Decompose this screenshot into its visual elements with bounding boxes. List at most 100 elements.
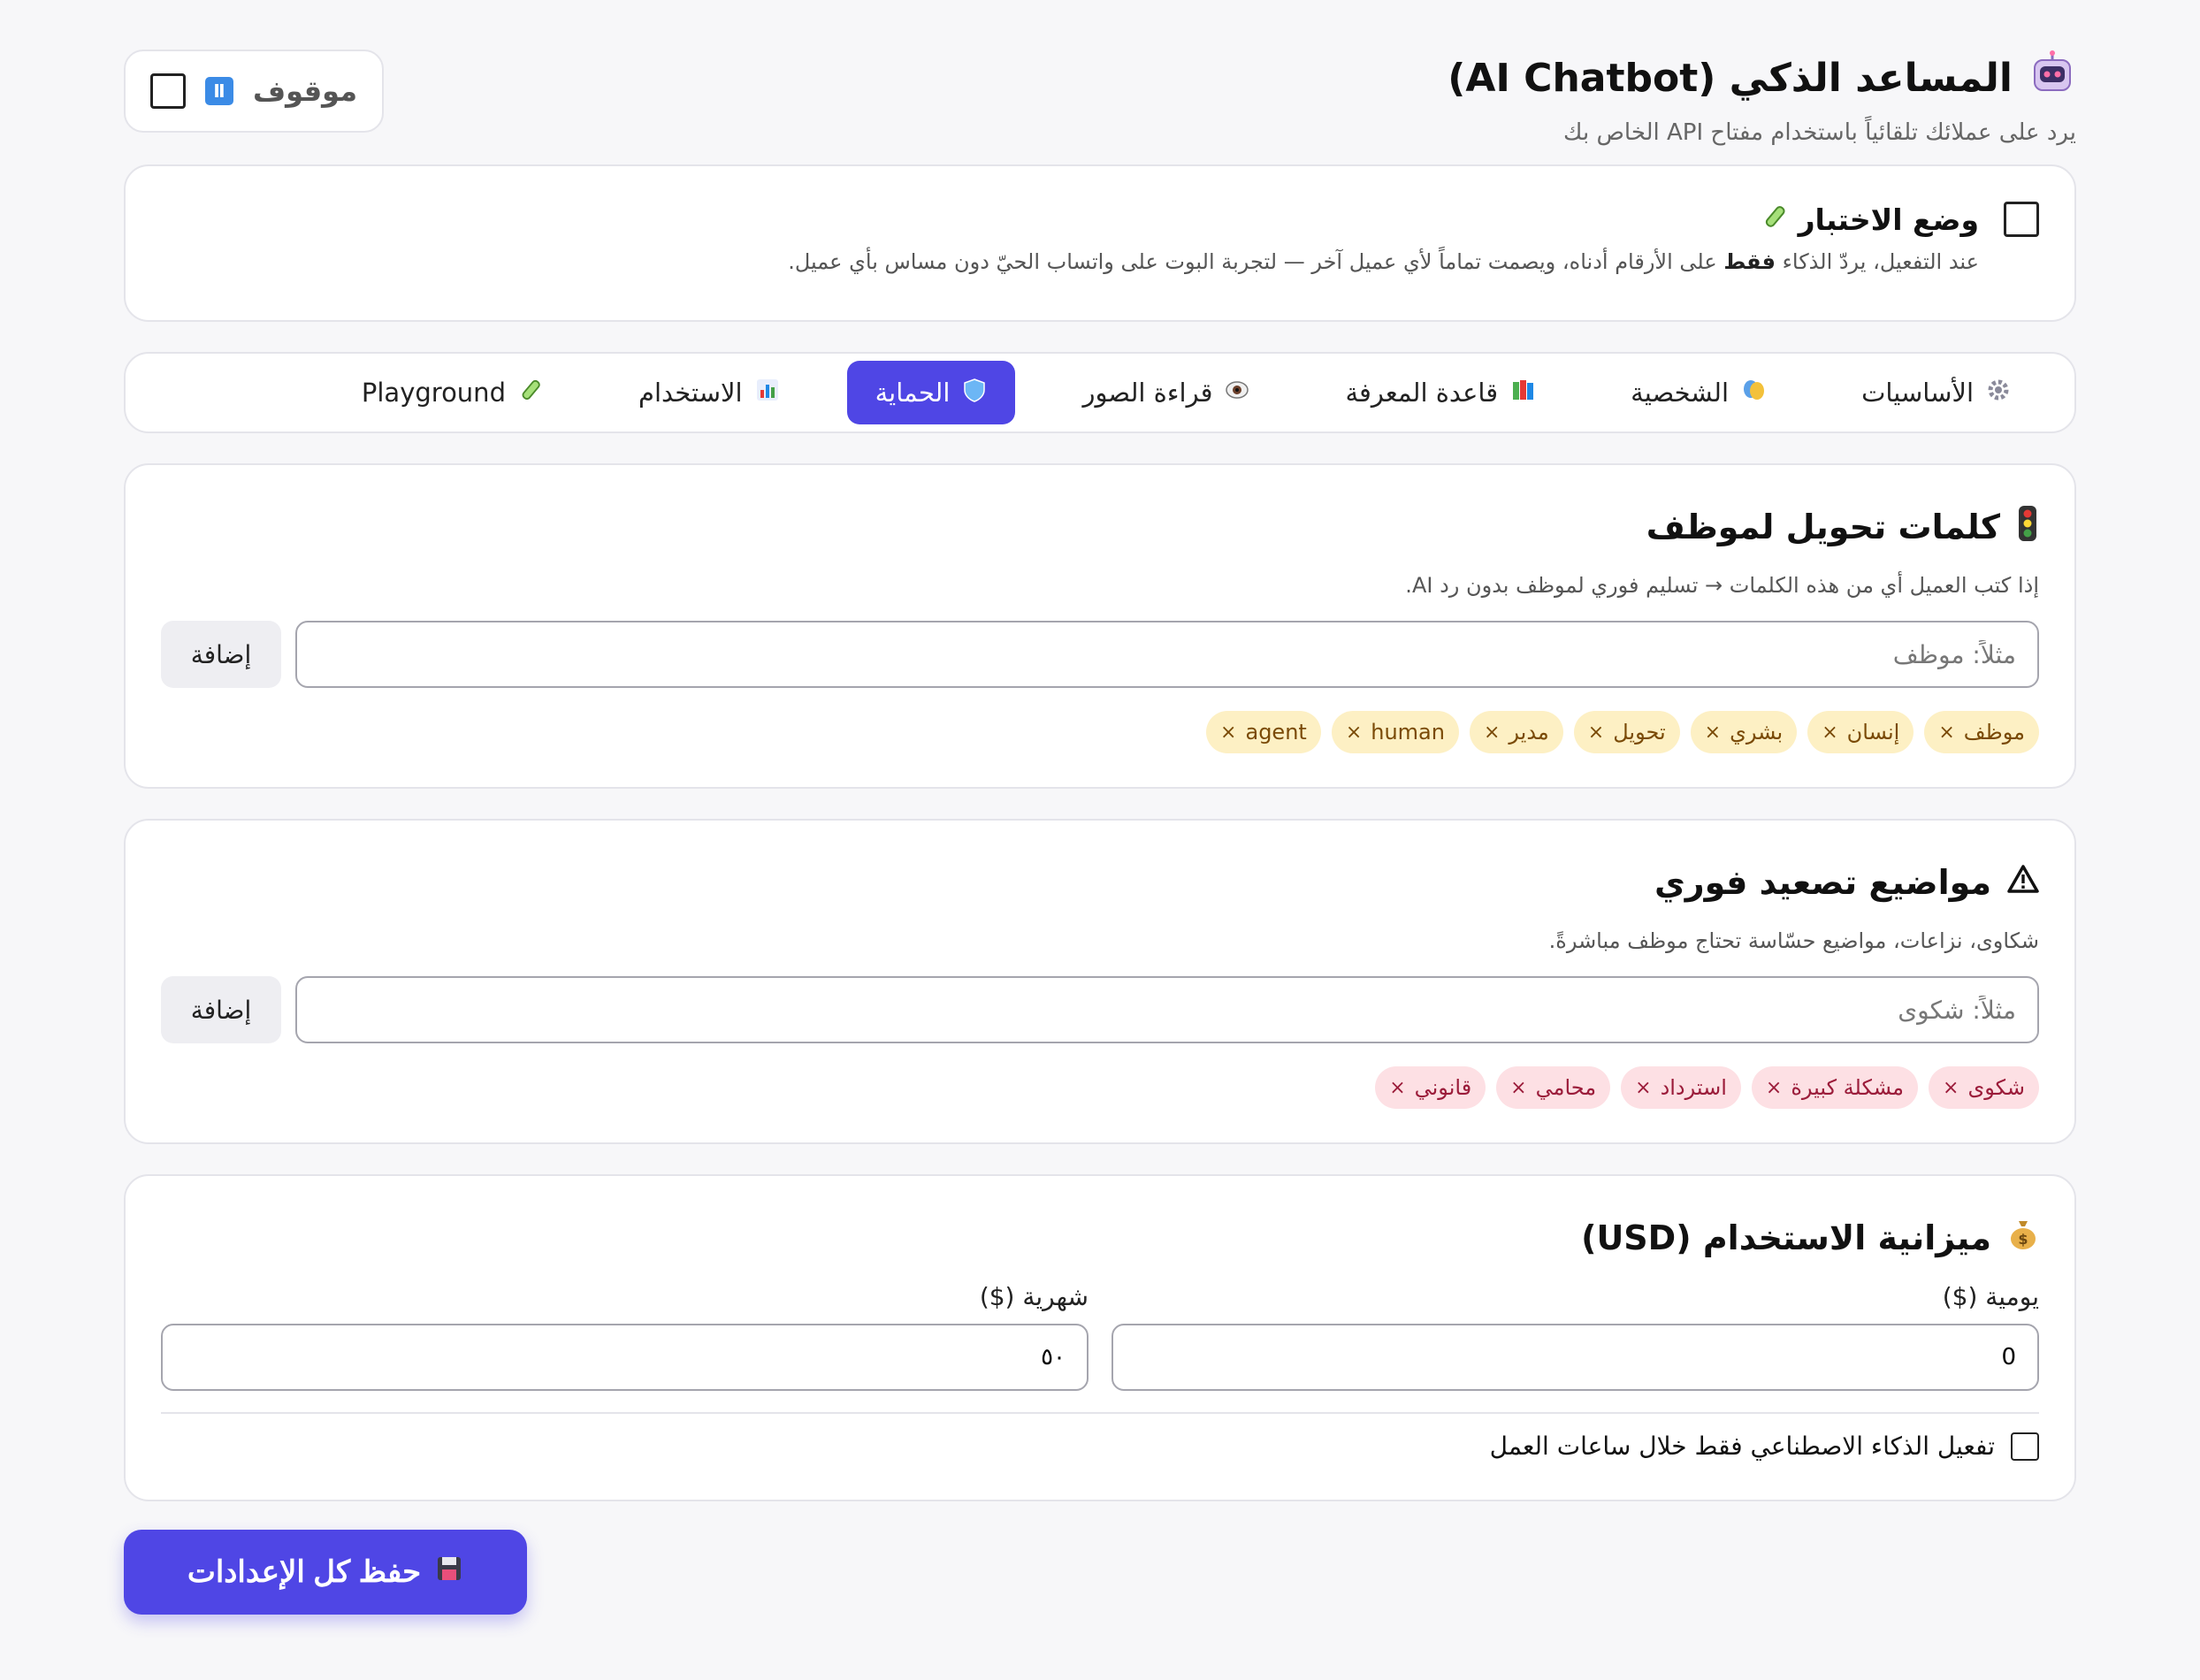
escalation-section: مواضيع تصعيد فوري شكاوى، نزاعات، مواضيع … bbox=[124, 819, 2076, 1144]
save-all-button[interactable]: حفظ كل الإعدادات bbox=[124, 1530, 527, 1615]
header: المساعد الذكي (AI Chatbot) يرد على عملائ… bbox=[124, 50, 2076, 164]
test-tube-icon bbox=[1761, 202, 1788, 237]
budget-divider bbox=[161, 1412, 2039, 1414]
remove-chip-icon[interactable]: × bbox=[1822, 722, 1837, 744]
budget-fields: يومية ($) شهرية ($) bbox=[161, 1282, 2039, 1391]
chip-label: مدير bbox=[1509, 720, 1549, 745]
page-title-text: المساعد الذكي (AI Chatbot) bbox=[1448, 56, 2013, 101]
handoff-section: كلمات تحويل لموظف إذا كتب العميل أي من ه… bbox=[124, 463, 2076, 789]
test-mode-card: وضع الاختبار عند التفعيل، يردّ الذكاء فق… bbox=[124, 164, 2076, 322]
tab-protection[interactable]: الحماية bbox=[846, 361, 1016, 424]
shield-icon bbox=[962, 378, 987, 409]
tab-label: قاعدة المعرفة bbox=[1345, 378, 1499, 408]
status-label: موقوف bbox=[252, 74, 358, 108]
keyword-chip: agent × bbox=[1206, 711, 1321, 753]
tab-label: الشخصية bbox=[1631, 378, 1730, 408]
escalation-topic-input[interactable] bbox=[295, 976, 2039, 1043]
keyword-chip: مدير × bbox=[1469, 711, 1563, 753]
business-hours-checkbox[interactable] bbox=[2011, 1432, 2039, 1461]
budget-title: $ ميزانية الاستخدام (USD) bbox=[161, 1211, 2039, 1264]
handoff-title: كلمات تحويل لموظف bbox=[161, 500, 2039, 554]
chip-label: شكوى bbox=[1967, 1075, 2025, 1100]
remove-chip-icon[interactable]: × bbox=[1766, 1077, 1782, 1099]
daily-budget-input[interactable] bbox=[1111, 1324, 2039, 1391]
keyword-chip: مشكلة كبيرة × bbox=[1751, 1066, 1919, 1109]
svg-text:$: $ bbox=[2018, 1231, 2028, 1248]
daily-budget-label: يومية ($) bbox=[1942, 1282, 2039, 1311]
chip-label: استرداد bbox=[1660, 1075, 1727, 1100]
handoff-desc: إذا كتب العميل أي من هذه الكلمات → تسليم… bbox=[1405, 573, 2039, 598]
gear-icon bbox=[1986, 378, 2011, 409]
money-bag-icon: $ bbox=[2007, 1218, 2039, 1259]
tab-basics[interactable]: الأساسيات bbox=[1833, 361, 2039, 424]
tab-personality[interactable]: الشخصية bbox=[1602, 361, 1794, 424]
monthly-budget-group: شهرية ($) bbox=[161, 1282, 1089, 1391]
escalation-topic-list: شكوى × مشكلة كبيرة × استرداد × محامي × قانوني × bbox=[161, 1066, 2039, 1109]
test-mode-desc: عند التفعيل، يردّ الذكاء فقط على الأرقام… bbox=[161, 249, 1979, 274]
page-title: المساعد الذكي (AI Chatbot) bbox=[1448, 50, 2076, 107]
chip-label: تحويل bbox=[1613, 720, 1666, 745]
budget-title-text: ميزانية الاستخدام (USD) bbox=[1581, 1218, 1991, 1257]
test-mode-title: وضع الاختبار bbox=[1761, 202, 1979, 237]
business-hours-row: تفعيل الذكاء الاصطناعي فقط خلال ساعات ال… bbox=[161, 1432, 2039, 1461]
business-hours-label: تفعيل الذكاء الاصطناعي فقط خلال ساعات ال… bbox=[1489, 1432, 1995, 1461]
chip-label: موظف bbox=[1963, 720, 2025, 745]
remove-chip-icon[interactable]: × bbox=[1705, 722, 1721, 744]
header-text: المساعد الذكي (AI Chatbot) يرد على عملائ… bbox=[1448, 50, 2076, 146]
handoff-title-text: كلمات تحويل لموظف bbox=[1646, 508, 2000, 546]
test-mode-title-text: وضع الاختبار bbox=[1798, 202, 1979, 237]
test-mode-checkbox[interactable] bbox=[2004, 202, 2039, 237]
books-icon bbox=[1510, 378, 1535, 409]
eye-icon bbox=[1225, 378, 1249, 409]
test-mode-desc-after: على الأرقام أدناه، ويصمت تماماً لأي عميل… bbox=[788, 249, 1724, 274]
handoff-keyword-input[interactable] bbox=[295, 621, 2039, 688]
test-mode-row: وضع الاختبار bbox=[161, 202, 2039, 237]
chip-label: agent bbox=[1245, 720, 1307, 745]
warning-icon bbox=[2007, 863, 2039, 902]
monthly-budget-input[interactable] bbox=[161, 1324, 1089, 1391]
chip-label: human bbox=[1371, 720, 1445, 745]
remove-chip-icon[interactable]: × bbox=[1346, 722, 1362, 744]
remove-chip-icon[interactable]: × bbox=[1510, 1077, 1526, 1099]
keyword-chip: تحويل × bbox=[1573, 711, 1680, 753]
keyword-chip: قانوني × bbox=[1375, 1066, 1486, 1109]
robot-icon bbox=[2028, 50, 2076, 107]
remove-chip-icon[interactable]: × bbox=[1943, 1077, 1959, 1099]
page-subtitle: يرد على عملائك تلقائياً باستخدام مفتاح A… bbox=[1563, 119, 2076, 146]
floppy-disk-icon bbox=[435, 1554, 463, 1591]
escalation-title-text: مواضيع تصعيد فوري bbox=[1654, 863, 1991, 902]
status-checkbox[interactable] bbox=[149, 73, 186, 109]
theater-masks-icon bbox=[1741, 378, 1766, 409]
remove-chip-icon[interactable]: × bbox=[1484, 722, 1500, 744]
remove-chip-icon[interactable]: × bbox=[1588, 722, 1604, 744]
keyword-chip: human × bbox=[1331, 711, 1459, 753]
pause-icon: Ⅱ bbox=[204, 77, 233, 105]
keyword-chip: موظف × bbox=[1924, 711, 2039, 753]
tab-playground[interactable]: Playground bbox=[333, 361, 571, 424]
tab-image-reading[interactable]: قراءة الصور bbox=[1054, 361, 1278, 424]
tab-usage[interactable]: الاستخدام bbox=[610, 361, 808, 424]
keyword-chip: إنسان × bbox=[1807, 711, 1914, 753]
test-tube-icon bbox=[518, 378, 543, 409]
chip-label: إنسان bbox=[1846, 720, 1900, 745]
traffic-light-icon bbox=[2016, 504, 2039, 551]
handoff-input-row: إضافة bbox=[161, 621, 2039, 688]
keyword-chip: شكوى × bbox=[1929, 1066, 2039, 1109]
monthly-budget-label: شهرية ($) bbox=[979, 1282, 1089, 1311]
remove-chip-icon[interactable]: × bbox=[1220, 722, 1236, 744]
remove-chip-icon[interactable]: × bbox=[1389, 1077, 1405, 1099]
test-mode-desc-before: عند التفعيل، يردّ الذكاء bbox=[1776, 249, 1979, 274]
status-toggle[interactable]: موقوف Ⅱ bbox=[124, 50, 384, 133]
remove-chip-icon[interactable]: × bbox=[1938, 722, 1954, 744]
chip-label: قانوني bbox=[1414, 1075, 1472, 1100]
escalation-add-button[interactable]: إضافة bbox=[161, 976, 281, 1043]
tab-label: الحماية bbox=[875, 378, 951, 408]
page: المساعد الذكي (AI Chatbot) يرد على عملائ… bbox=[124, 50, 2076, 1501]
tab-knowledge-base[interactable]: قاعدة المعرفة bbox=[1317, 361, 1563, 424]
remove-chip-icon[interactable]: × bbox=[1635, 1077, 1651, 1099]
handoff-add-button[interactable]: إضافة bbox=[161, 621, 281, 688]
bar-chart-icon bbox=[755, 378, 780, 409]
keyword-chip: استرداد × bbox=[1621, 1066, 1741, 1109]
chip-label: بشري bbox=[1730, 720, 1784, 745]
save-all-label: حفظ كل الإعدادات bbox=[187, 1555, 422, 1589]
